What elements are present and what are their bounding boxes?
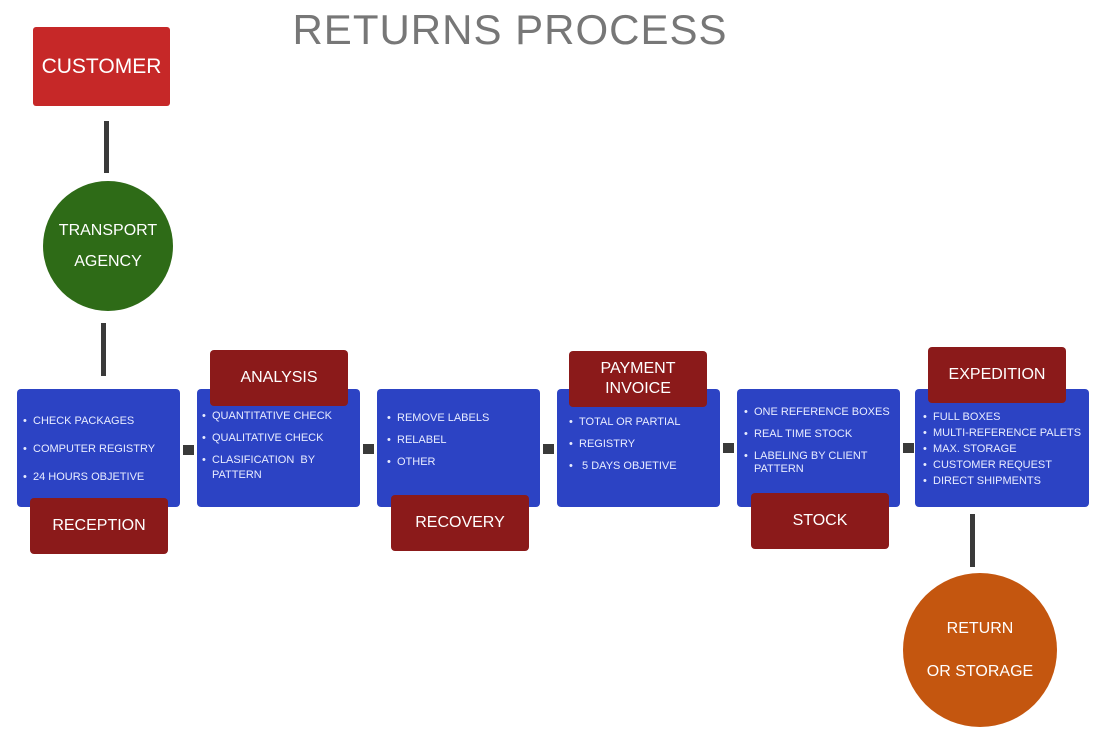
connector-square <box>363 444 374 454</box>
list-item: MULTI-REFERENCE PALETS <box>923 425 1089 441</box>
transport-agency-node: TRANSPORT AGENCY <box>43 181 173 311</box>
list-item: QUALITATIVE CHECK <box>202 431 352 446</box>
list-item: CUSTOMER REQUEST <box>923 457 1089 473</box>
list-item: CLASIFICATION BY PATTERN <box>202 453 352 483</box>
stage-label-stock: STOCK <box>751 493 889 549</box>
list-item: REMOVE LABELS <box>387 407 540 429</box>
stage-box-reception: CHECK PACKAGES COMPUTER REGISTRY 24 HOUR… <box>17 389 180 507</box>
connector-square <box>903 443 914 453</box>
stage-box-expedition: FULL BOXES MULTI-REFERENCE PALETS MAX. S… <box>915 389 1089 507</box>
stage-label-reception: RECEPTION <box>30 498 168 554</box>
stage-box-stock: ONE REFERENCE BOXES REAL TIME STOCK LABE… <box>737 389 900 507</box>
list-item: REGISTRY <box>569 433 720 455</box>
final-label-1: RETURN <box>946 620 1014 637</box>
connector-line <box>104 121 109 173</box>
list-item: OTHER <box>387 451 540 473</box>
transport-label-1: TRANSPORT <box>58 222 158 239</box>
list-item: QUANTITATIVE CHECK <box>202 409 352 424</box>
list-item: 24 HOURS OBJETIVE <box>23 463 180 491</box>
list-item: MAX. STORAGE <box>923 441 1089 457</box>
stage-box-recovery: REMOVE LABELS RELABEL OTHER <box>377 389 540 507</box>
stage-label-recovery: RECOVERY <box>391 495 529 551</box>
list-item: TOTAL OR PARTIAL <box>569 411 720 433</box>
customer-node: CUSTOMER <box>33 27 170 106</box>
list-item: REAL TIME STOCK <box>744 428 892 441</box>
list-item: RELABEL <box>387 429 540 451</box>
connector-square <box>723 443 734 453</box>
stage-box-analysis: QUANTITATIVE CHECK QUALITATIVE CHECK CLA… <box>197 389 360 507</box>
list-item: FULL BOXES <box>923 409 1089 425</box>
list-item: LABELING BY CLIENT PATTERN <box>744 450 892 476</box>
connector-square <box>543 444 554 454</box>
connector-line <box>101 323 106 376</box>
connector-square <box>183 445 194 455</box>
stage-label-expedition: EXPEDITION <box>928 347 1066 403</box>
transport-label-2: AGENCY <box>74 253 142 270</box>
final-label-2: OR STORAGE <box>926 663 1034 680</box>
stage-label-payment-invoice: PAYMENT INVOICE <box>569 351 707 407</box>
list-item: 5 DAYS OBJETIVE <box>569 455 720 477</box>
list-item: ONE REFERENCE BOXES <box>744 406 892 419</box>
connector-line <box>970 514 975 567</box>
list-item: CHECK PACKAGES <box>23 407 180 435</box>
list-item: COMPUTER REGISTRY <box>23 435 180 463</box>
list-item: DIRECT SHIPMENTS <box>923 473 1089 489</box>
stage-label-analysis: ANALYSIS <box>210 350 348 406</box>
return-or-storage-node: RETURN OR STORAGE <box>903 573 1057 727</box>
